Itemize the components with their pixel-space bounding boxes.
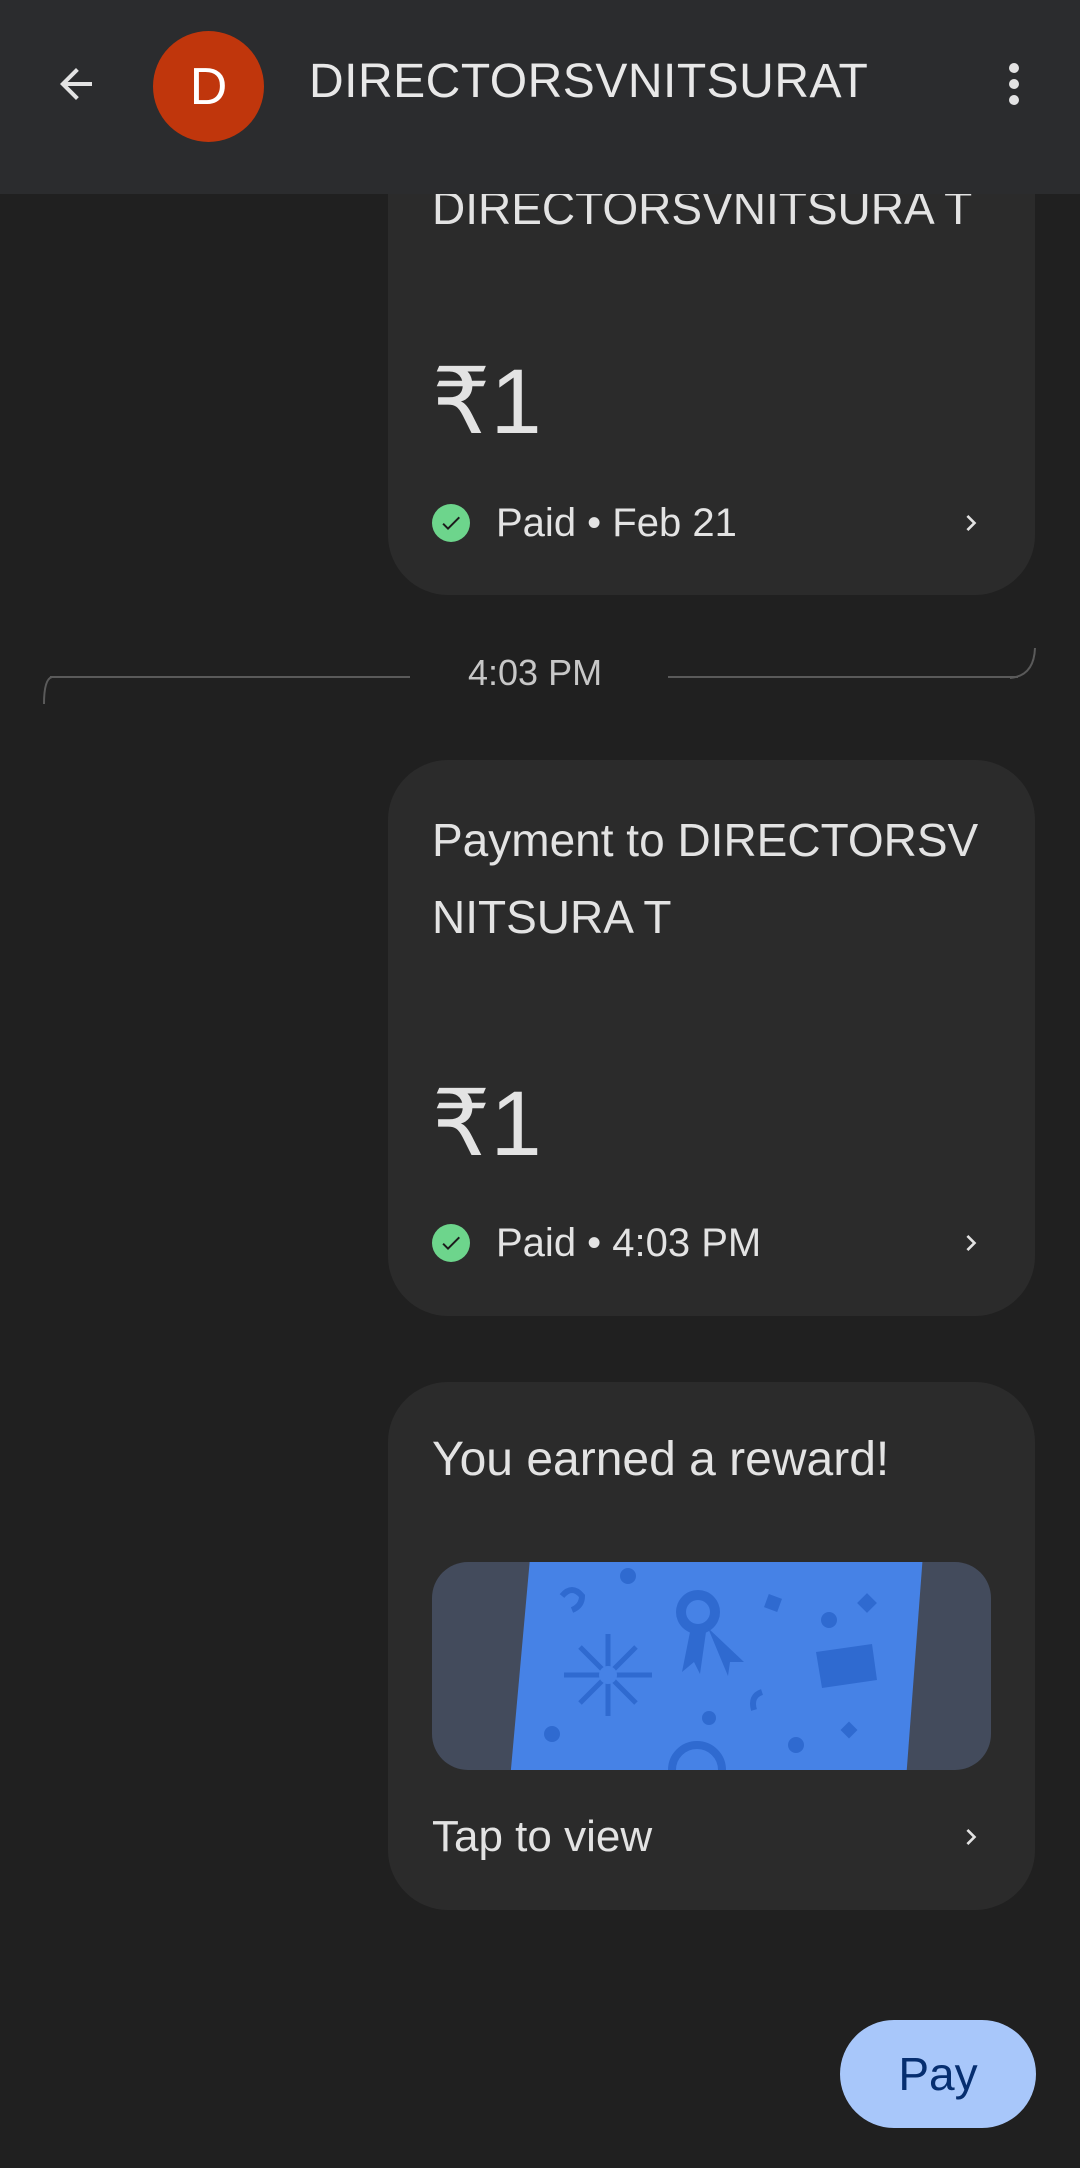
- chevron-right-icon: [951, 503, 991, 543]
- more-options-button[interactable]: [992, 52, 1036, 116]
- chevron-right-icon: [951, 1223, 991, 1263]
- divider-line: [668, 676, 1018, 678]
- payment-status-row[interactable]: Paid • 4:03 PM: [432, 1218, 991, 1268]
- payment-status: Paid • 4:03 PM: [496, 1220, 762, 1265]
- arrow-back-icon: [60, 68, 92, 100]
- divider-curve: [43, 676, 53, 705]
- check-circle-icon: [432, 504, 470, 542]
- payment-amount: ₹1: [432, 1073, 542, 1175]
- avatar-letter: D: [189, 57, 228, 116]
- divider-curve: [1009, 647, 1036, 679]
- divider-line: [50, 676, 410, 678]
- reward-banner[interactable]: [432, 1562, 991, 1770]
- tap-to-view-row[interactable]: Tap to view: [432, 1802, 991, 1872]
- message-timestamp: 4:03 PM: [468, 652, 603, 693]
- tap-to-view-label: Tap to view: [432, 1812, 653, 1861]
- payee-name: Payment to DIRECTORSVNITSURA T: [432, 814, 979, 943]
- reward-card[interactable]: You earned a reward! Tap to view: [388, 1382, 1035, 1910]
- pay-button[interactable]: Pay: [840, 2020, 1036, 2128]
- chevron-right-icon: [951, 1817, 991, 1857]
- payment-status-row[interactable]: Paid • Feb 21: [432, 498, 991, 548]
- reward-scratch-card-icon: [510, 1562, 923, 1770]
- avatar[interactable]: D: [153, 31, 264, 142]
- page-title: DIRECTORSVNITSURAT: [309, 55, 869, 108]
- check-circle-icon: [432, 1224, 470, 1262]
- back-button[interactable]: [40, 48, 112, 120]
- payment-status: Paid • Feb 21: [496, 500, 737, 545]
- payment-amount: ₹1: [432, 351, 542, 453]
- payment-card[interactable]: Payment to DIRECTORSVNITSURA T ₹1 Paid •…: [388, 760, 1035, 1316]
- top-app-bar: D DIRECTORSVNITSURAT: [0, 0, 1080, 194]
- reward-title: You earned a reward!: [432, 1433, 890, 1486]
- more-vert-icon: [1009, 63, 1019, 105]
